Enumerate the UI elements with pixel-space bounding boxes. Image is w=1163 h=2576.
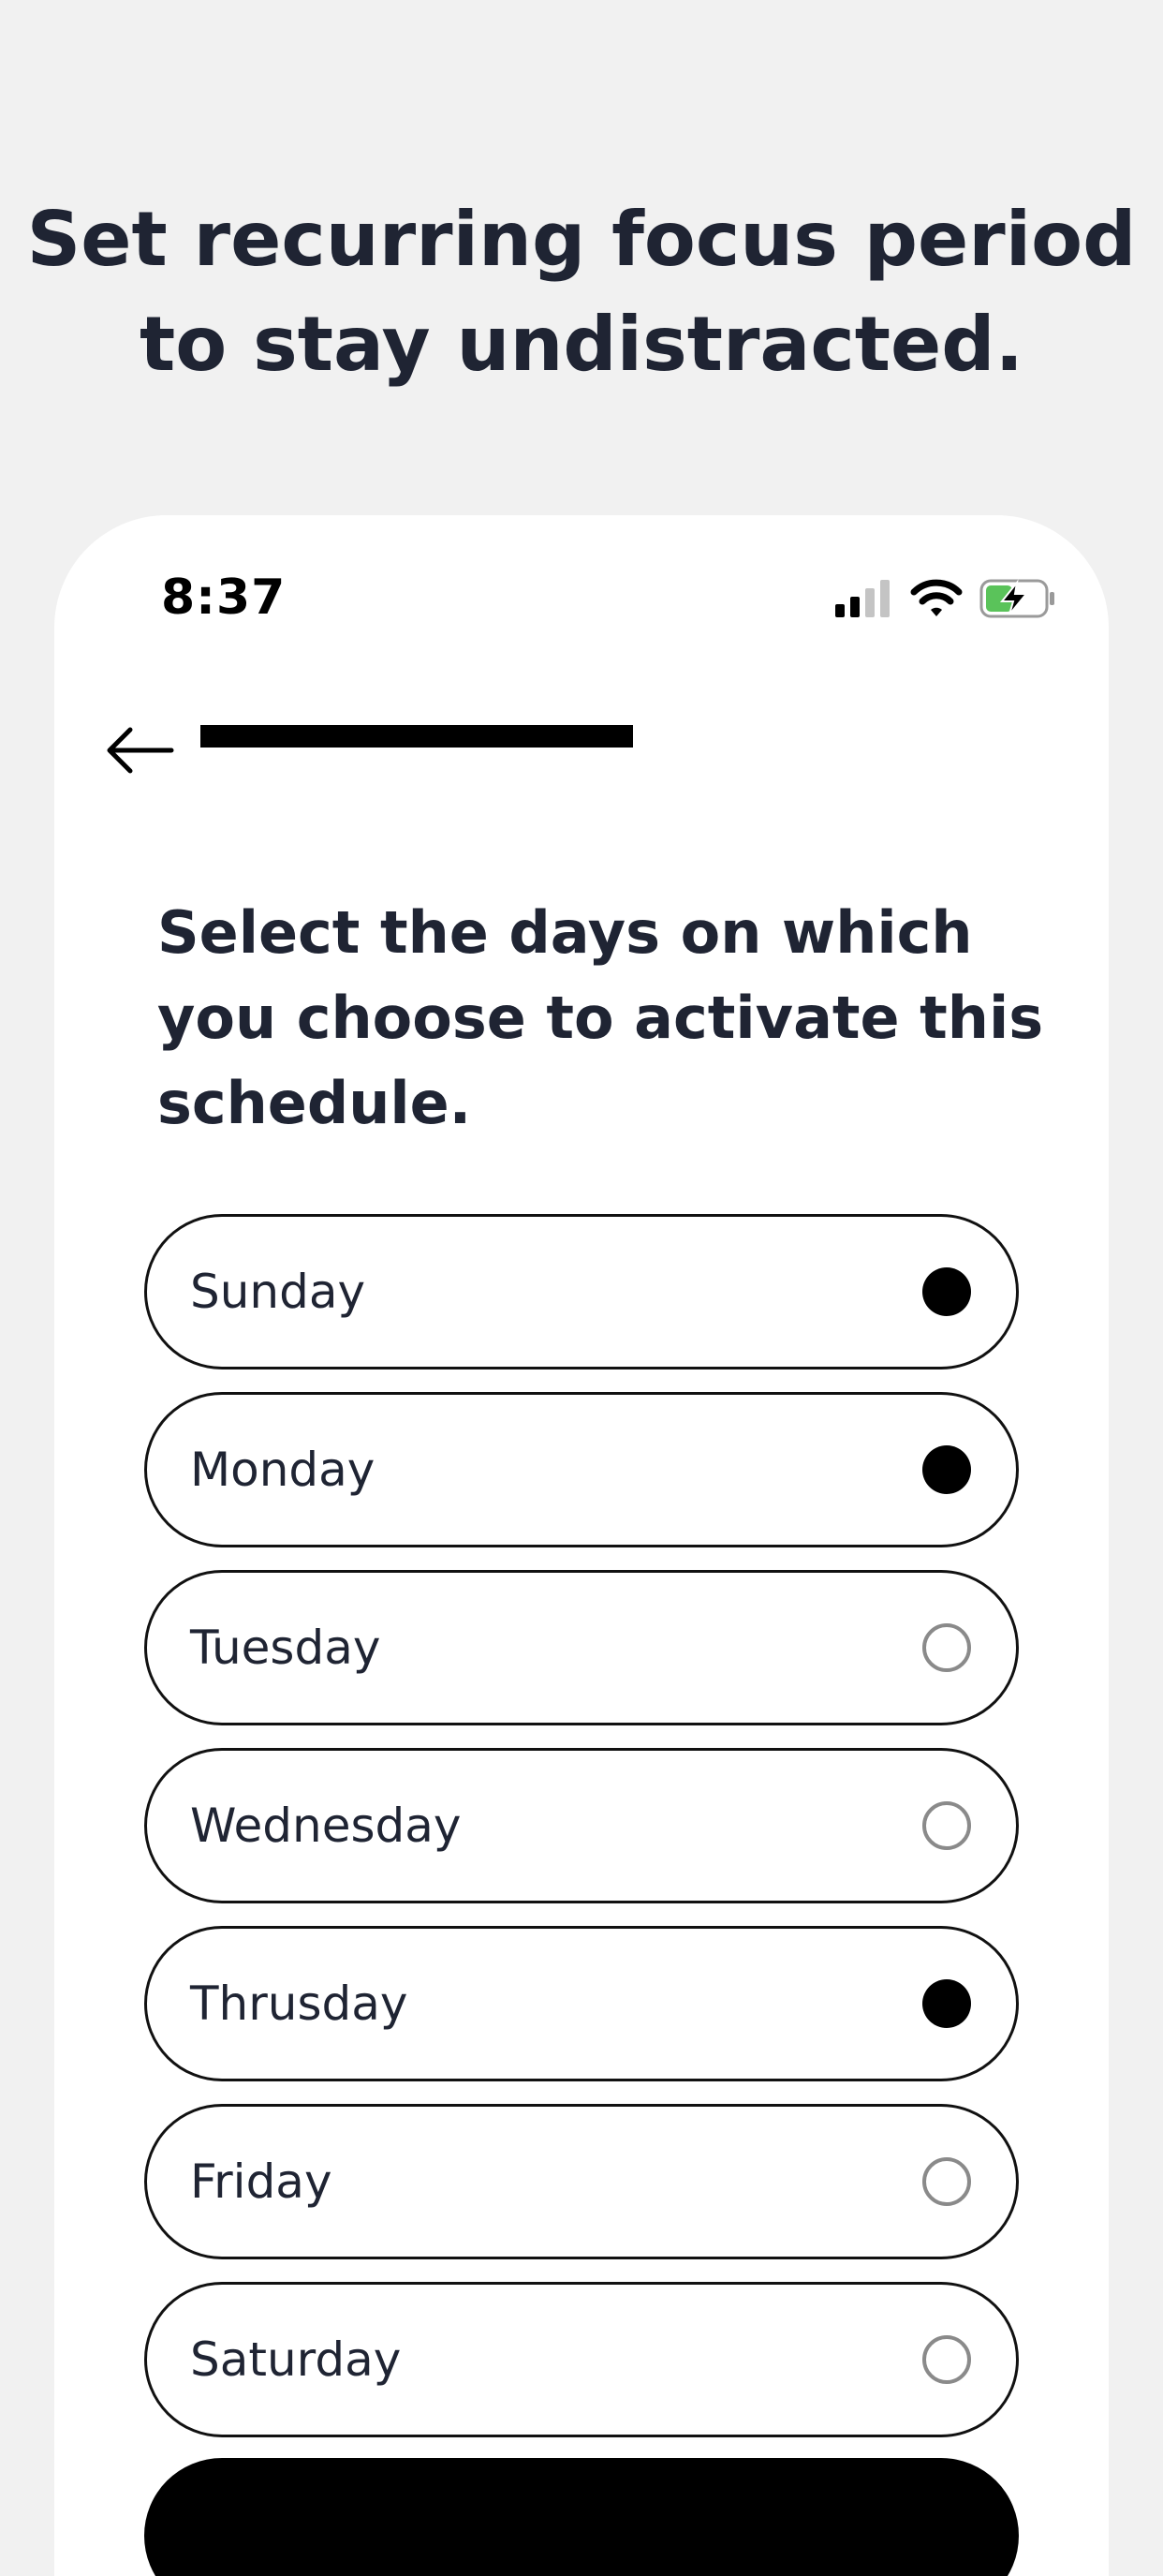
question-text: Select the days on which you choose to a… [157, 898, 1044, 1137]
radio-unselected-icon[interactable] [922, 2335, 971, 2384]
headline-line-2: to stay undistracted. [140, 301, 1023, 388]
day-option-thrusday[interactable]: Thrusday [144, 1926, 1019, 2081]
day-option-friday[interactable]: Friday [144, 2104, 1019, 2259]
day-option-tuesday[interactable]: Tuesday [144, 1570, 1019, 1725]
progress-fill [200, 725, 633, 748]
day-option-saturday[interactable]: Saturday [144, 2282, 1019, 2437]
day-label: Monday [190, 1443, 375, 1497]
day-list: Sunday Monday Tuesday Wednesday Thrusday Frid… [144, 1214, 1019, 2460]
radio-selected-icon[interactable] [922, 1267, 971, 1316]
day-label: Tuesday [190, 1621, 381, 1675]
radio-selected-icon[interactable] [922, 1979, 971, 2028]
continue-button[interactable] [144, 2458, 1019, 2576]
phone-screen: 8:37 Select the days on which you choose… [54, 515, 1109, 2576]
arrow-left-icon [107, 727, 174, 774]
status-icons [835, 575, 1056, 622]
status-time: 8:37 [161, 570, 287, 626]
day-option-wednesday[interactable]: Wednesday [144, 1748, 1019, 1903]
day-option-monday[interactable]: Monday [144, 1392, 1019, 1547]
radio-unselected-icon[interactable] [922, 1801, 971, 1850]
radio-unselected-icon[interactable] [922, 2157, 971, 2206]
nav-row [54, 703, 1109, 796]
day-label: Sunday [190, 1265, 366, 1319]
day-label: Friday [190, 2154, 332, 2209]
status-bar: 8:37 [54, 515, 1109, 684]
day-option-sunday[interactable]: Sunday [144, 1214, 1019, 1369]
headline-line-1: Set recurring focus period [26, 196, 1137, 283]
day-label: Thrusday [190, 1976, 408, 2031]
battery-charging-icon [979, 579, 1054, 618]
day-label: Saturday [190, 2332, 402, 2387]
cellular-signal-icon [835, 580, 890, 617]
wifi-icon [910, 579, 963, 616]
day-label: Wednesday [190, 1799, 462, 1853]
headline: Set recurring focus period to stay undis… [0, 187, 1163, 397]
progress-bar [200, 725, 633, 748]
radio-selected-icon[interactable] [922, 1445, 971, 1494]
back-button[interactable] [101, 710, 178, 787]
radio-unselected-icon[interactable] [922, 1623, 971, 1672]
